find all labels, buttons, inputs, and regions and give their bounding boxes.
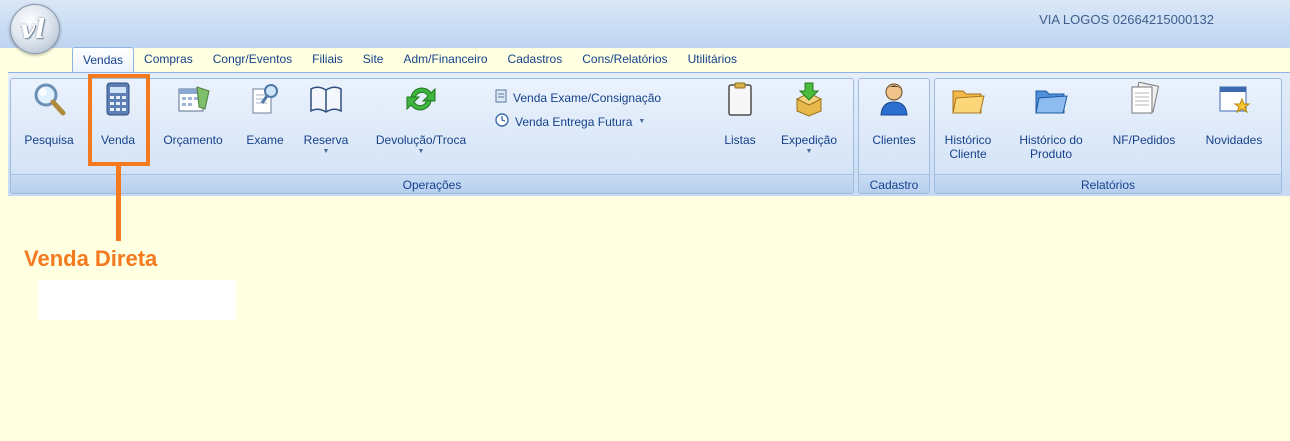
document-search-icon — [247, 81, 283, 117]
tab-site[interactable]: Site — [353, 47, 394, 73]
exame-button[interactable]: Exame — [239, 81, 291, 147]
callout-label: Venda Direta — [24, 246, 158, 271]
dropdown-arrow-icon: ▼ — [805, 148, 813, 155]
dropdown-arrow-icon: ▼ — [417, 148, 425, 155]
group-cadastro: Clientes Cadastro — [858, 78, 930, 194]
pesquisa-label: Pesquisa — [24, 133, 74, 147]
tab-compras[interactable]: Compras — [134, 47, 203, 73]
venda-exame-label: Venda Exame/Consignação — [513, 90, 662, 105]
listas-label: Listas — [724, 133, 756, 147]
exame-label: Exame — [246, 133, 284, 147]
tab-cons-relatorios[interactable]: Cons/Relatórios — [572, 47, 677, 73]
clock-icon — [495, 113, 509, 130]
reserva-button[interactable]: Reserva ▼ — [295, 81, 357, 155]
orcamento-label: Orçamento — [163, 133, 223, 147]
pesquisa-button[interactable]: Pesquisa — [17, 81, 81, 147]
orcamento-button[interactable]: Orçamento — [153, 81, 233, 147]
historico-produto-label: Histórico do Produto — [1019, 133, 1083, 161]
group-relatorios: Histórico Cliente Histórico do Produto N… — [934, 78, 1282, 194]
tab-adm-financeiro[interactable]: Adm/Financeiro — [393, 47, 497, 73]
dropdown-arrow-icon: ▼ — [638, 118, 646, 125]
window-title: VIA LOGOS 02664215000132 — [1039, 12, 1214, 27]
dropdown-arrow-icon: ▼ — [322, 148, 330, 155]
reserva-label: Reserva — [303, 133, 349, 147]
clientes-button[interactable]: Clientes — [863, 81, 925, 147]
ribbon-tabs: Vendas Compras Congr/Eventos Filiais Sit… — [72, 47, 747, 73]
refresh-icon — [403, 81, 439, 117]
venda-exame-consignacao-button[interactable]: Venda Exame/Consignação — [495, 89, 661, 106]
group-label-relatorios: Relatórios — [935, 174, 1281, 193]
magnifier-icon — [31, 81, 67, 117]
nf-pedidos-label: NF/Pedidos — [1112, 133, 1176, 147]
novidades-button[interactable]: Novidades — [1193, 81, 1275, 147]
user-icon — [876, 81, 912, 117]
tab-congr-eventos[interactable]: Congr/Eventos — [203, 47, 302, 73]
clientes-label: Clientes — [872, 133, 916, 147]
group-label-operacoes: Operações — [11, 174, 853, 193]
nf-pedidos-button[interactable]: NF/Pedidos — [1103, 81, 1185, 147]
documents-icon — [1126, 81, 1162, 117]
tab-filiais[interactable]: Filiais — [302, 47, 353, 73]
devolucao-label: Devolução/Troca — [375, 133, 467, 147]
folder-icon — [950, 81, 986, 117]
clipboard-icon — [722, 81, 758, 117]
new-window-star-icon — [1216, 81, 1252, 117]
venda-highlight-box — [88, 74, 150, 166]
venda-entrega-futura-button[interactable]: Venda Entrega Futura ▼ — [495, 113, 645, 130]
historico-cliente-button[interactable]: Histórico Cliente — [937, 81, 999, 161]
novidades-label: Novidades — [1205, 133, 1263, 147]
group-label-cadastro: Cadastro — [859, 174, 929, 193]
document-icon — [495, 89, 507, 106]
tab-vendas[interactable]: Vendas — [72, 47, 135, 73]
venda-entrega-label: Venda Entrega Futura — [515, 114, 633, 129]
ribbon: Pesquisa Venda Orçamento Exame Reserva ▼… — [8, 72, 1290, 196]
calendar-icon — [175, 81, 211, 117]
tab-cadastros[interactable]: Cadastros — [498, 47, 573, 73]
package-download-icon — [791, 81, 827, 117]
title-bar: VIA LOGOS 02664215000132 — [0, 0, 1290, 48]
listas-button[interactable]: Listas — [715, 81, 765, 147]
book-icon — [308, 81, 344, 117]
callout-pointer-line — [116, 166, 121, 241]
tab-utilitarios[interactable]: Utilitários — [678, 47, 747, 73]
devolucao-troca-button[interactable]: Devolução/Troca ▼ — [363, 81, 479, 155]
expedicao-button[interactable]: Expedição ▼ — [771, 81, 847, 155]
historico-produto-button[interactable]: Histórico do Produto — [1013, 81, 1089, 161]
expedicao-label: Expedição — [780, 133, 838, 147]
app-menu-button[interactable]: vl — [10, 4, 60, 54]
blank-panel — [38, 280, 236, 320]
app-logo-icon: vl — [20, 15, 45, 45]
folder-blue-icon — [1033, 81, 1069, 117]
historico-cliente-label: Histórico Cliente — [944, 133, 992, 161]
